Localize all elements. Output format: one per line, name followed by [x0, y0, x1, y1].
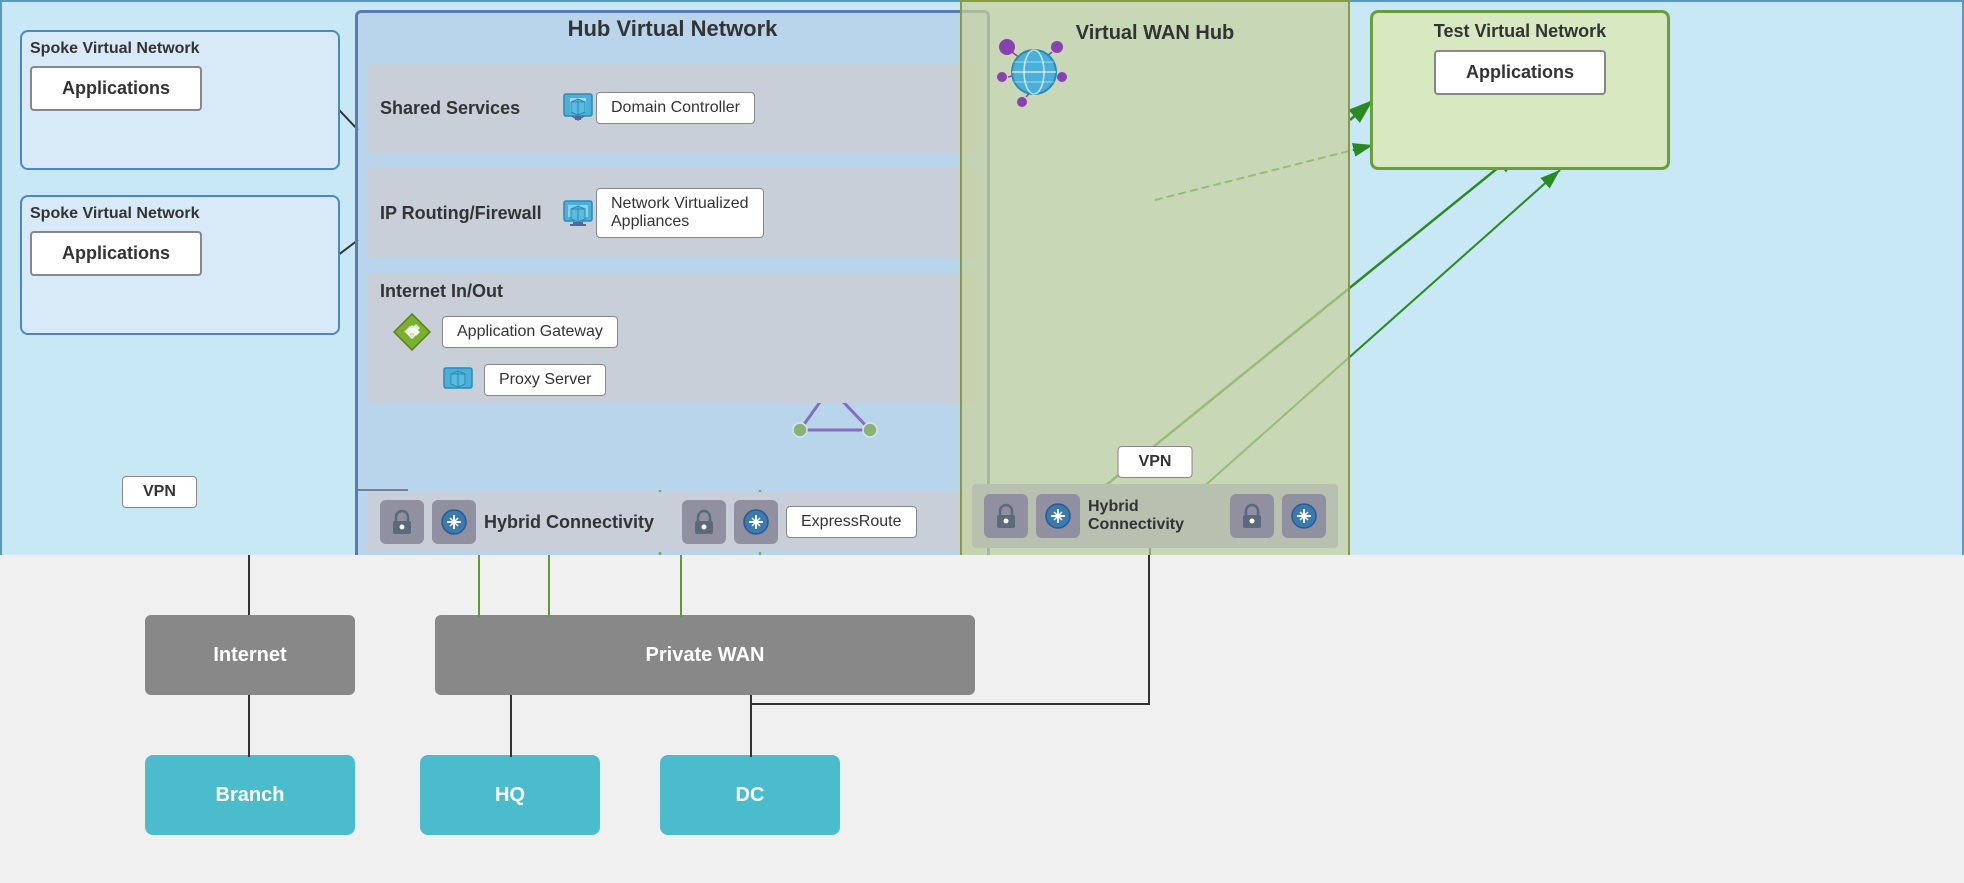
proxy-server-box: Proxy Server	[484, 364, 606, 396]
app-gateway-icon: ↕	[390, 310, 434, 354]
spoke-vnet-2-title: Spoke Virtual Network	[30, 205, 200, 223]
hq-box: HQ	[420, 755, 600, 835]
nva-icon	[560, 195, 596, 231]
domain-controller-box: Domain Controller	[596, 92, 755, 124]
vwan-title: Virtual WAN Hub	[1076, 22, 1235, 45]
app-gateway-label: Application Gateway	[457, 323, 603, 341]
ip-routing-label: IP Routing/Firewall	[380, 203, 560, 224]
dc-label: DC	[736, 784, 765, 807]
vwan-area: Virtual WAN Hub HybridConnectivity	[960, 0, 1350, 560]
app-gateway-box: Application Gateway	[442, 316, 618, 348]
green-line-3	[680, 555, 682, 617]
wan-hybrid-lock2-icon	[1230, 494, 1274, 538]
wan-hybrid-row: HybridConnectivity	[972, 484, 1338, 548]
wan-hybrid-conn-icon	[1036, 494, 1080, 538]
hub-hybrid-row: Hybrid Connectivity ExpressRoute	[368, 492, 977, 552]
shared-services-label: Shared Services	[380, 98, 560, 119]
hub-hybrid-conn-icon	[432, 500, 476, 544]
hub-hybrid-label: Hybrid Connectivity	[484, 512, 664, 533]
hub-row-internet: Internet In/Out ↕ Application Gateway	[368, 273, 977, 403]
dc-box: DC	[660, 755, 840, 835]
spoke-vnet-2: Spoke Virtual Network Applications	[20, 195, 340, 335]
wan-vpn-line-down	[1148, 555, 1150, 705]
hub-vnet: Hub Virtual Network Shared Services Doma…	[355, 10, 990, 565]
branch-line	[248, 695, 250, 757]
hub-hybrid-lock-icon	[380, 500, 424, 544]
internet-line-up	[248, 555, 250, 615]
bottom-area: Internet Private WAN Branch HQ DC	[0, 555, 1964, 883]
vwan-globe-icon	[992, 32, 1072, 117]
expressroute-box: ExpressRoute	[786, 506, 917, 538]
spoke-vnet-2-apps: Applications	[30, 231, 202, 276]
wan-hybrid-label: HybridConnectivity	[1088, 498, 1222, 534]
branch-label: Branch	[216, 784, 285, 807]
internet-label: Internet	[213, 644, 286, 667]
green-line-1	[478, 555, 480, 617]
proxy-icon	[440, 362, 476, 398]
internet-box: Internet	[145, 615, 355, 695]
wan-hybrid-conn2-icon	[1282, 494, 1326, 538]
test-vnet-title: Test Virtual Network	[1373, 13, 1667, 50]
wan-vpn-line-horizontal	[750, 703, 1150, 705]
expressroute-label: ExpressRoute	[801, 513, 902, 531]
green-line-2	[548, 555, 550, 617]
test-vnet-apps: Applications	[1434, 50, 1606, 95]
nva-box: Network VirtualizedAppliances	[596, 188, 764, 238]
domain-controller-icon	[560, 90, 596, 126]
test-vnet: Test Virtual Network Applications	[1370, 10, 1670, 170]
wan-vpn-label: VPN	[1139, 453, 1172, 470]
domain-controller-label: Domain Controller	[611, 99, 740, 117]
svg-text:↕: ↕	[410, 328, 415, 339]
expressroute-lock-icon	[682, 500, 726, 544]
nva-label: Network VirtualizedAppliances	[611, 195, 749, 231]
private-wan-box: Private WAN	[435, 615, 975, 695]
spoke-vnet-1-title: Spoke Virtual Network	[30, 40, 200, 58]
branch-box: Branch	[145, 755, 355, 835]
proxy-server-label: Proxy Server	[499, 371, 591, 389]
private-wan-label: Private WAN	[646, 644, 765, 667]
hq-label: HQ	[495, 784, 525, 807]
spoke-vnet-1-apps: Applications	[30, 66, 202, 111]
spoke-vnet-1: Spoke Virtual Network Applications	[20, 30, 340, 170]
wan-hybrid-lock-icon	[984, 494, 1028, 538]
internet-inout-label: Internet In/Out	[380, 281, 560, 302]
wan-vpn-box: VPN	[1118, 446, 1193, 478]
hq-line	[510, 695, 512, 757]
diagram-container: Spoke Virtual Network Applications Spoke…	[0, 0, 1964, 883]
expressroute-conn-icon	[734, 500, 778, 544]
vpn-left-label: VPN	[143, 483, 176, 500]
hub-row-ip-routing: IP Routing/Firewall Network VirtualizedA…	[368, 168, 977, 258]
hub-vnet-title: Hub Virtual Network	[558, 11, 788, 47]
hub-row-shared-services: Shared Services Domain Controller	[368, 63, 977, 153]
vpn-left-box: VPN	[122, 476, 197, 508]
